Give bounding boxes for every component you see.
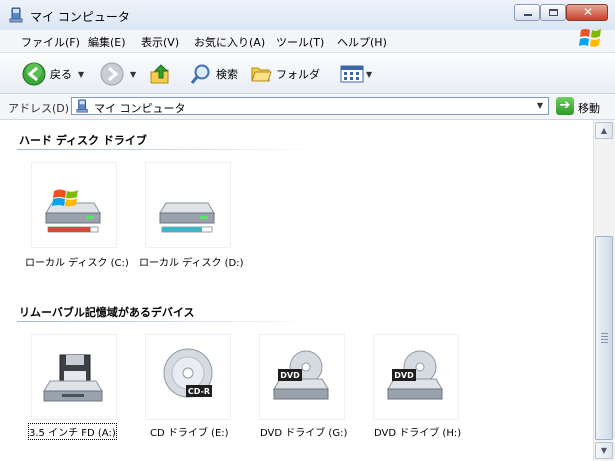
back-button[interactable]: 戻る ▼ bbox=[22, 62, 84, 86]
back-dropdown-icon[interactable]: ▼ bbox=[78, 70, 84, 79]
usage-bar bbox=[48, 227, 91, 232]
hard-disk-system-icon bbox=[45, 189, 101, 233]
address-label: アドレス(D) bbox=[8, 102, 70, 115]
vertical-scrollbar[interactable]: ▲ ▼ bbox=[593, 120, 615, 461]
views-icon bbox=[340, 65, 364, 83]
maximize-button[interactable] bbox=[540, 4, 566, 21]
up-folder-icon bbox=[150, 64, 169, 84]
cd-badge: CD-R bbox=[188, 387, 210, 396]
up-folder-button[interactable] bbox=[149, 62, 171, 86]
explorer-window: マイ コンピュータ ✕ ファイル(F) 編集(E) 表示(V) お気に入り(A)… bbox=[0, 0, 615, 461]
forward-dropdown-icon[interactable]: ▼ bbox=[130, 70, 136, 79]
group-divider bbox=[17, 321, 317, 322]
drive-c[interactable] bbox=[31, 162, 117, 248]
go-button[interactable]: 移動 bbox=[578, 100, 600, 116]
views-button[interactable]: ▼ bbox=[340, 62, 372, 86]
forward-arrow-icon bbox=[100, 62, 124, 86]
drive-h-label[interactable]: DVD ドライブ (H:) bbox=[374, 424, 461, 439]
address-dropdown-icon[interactable]: ▼ bbox=[532, 98, 548, 114]
dvd-drive-icon: DVD bbox=[273, 350, 329, 400]
maximize-icon bbox=[549, 9, 558, 16]
folders-button[interactable]: フォルダ bbox=[250, 62, 320, 86]
content-pane: ハード ディスク ドライブ ローカル ディスク (C:) ローカル ディスク (… bbox=[0, 120, 593, 461]
address-input[interactable]: マイ コンピュータ ▼ bbox=[71, 97, 549, 115]
cd-drive-icon: CD-R bbox=[163, 348, 213, 398]
drive-d[interactable] bbox=[145, 162, 231, 248]
group-header-hard-disks: ハード ディスク ドライブ bbox=[19, 134, 147, 147]
drive-a-label[interactable]: 3.5 インチ FD (A:) bbox=[28, 423, 117, 440]
back-label: 戻る bbox=[50, 68, 72, 81]
address-bar: アドレス(D) マイ コンピュータ ▼ ➔ 移動 bbox=[0, 94, 615, 120]
search-icon bbox=[190, 64, 210, 84]
forward-button[interactable]: ▼ bbox=[100, 62, 136, 86]
back-arrow-icon bbox=[22, 62, 46, 86]
close-icon: ✕ bbox=[582, 5, 594, 19]
dvd-badge: DVD bbox=[280, 371, 300, 380]
folders-icon bbox=[251, 67, 272, 82]
minimize-button[interactable] bbox=[514, 4, 540, 21]
grip-line bbox=[601, 336, 608, 337]
usage-bar bbox=[162, 227, 202, 232]
menu-help[interactable]: ヘルプ(H) bbox=[337, 34, 387, 50]
close-button[interactable]: ✕ bbox=[566, 4, 608, 21]
scroll-down-button[interactable]: ▼ bbox=[595, 442, 613, 459]
scroll-up-button[interactable]: ▲ bbox=[595, 122, 613, 139]
drive-g[interactable]: DVD bbox=[259, 334, 345, 420]
folders-label: フォルダ bbox=[276, 68, 320, 81]
drive-e-label[interactable]: CD ドライブ (E:) bbox=[150, 424, 229, 439]
menu-favorites[interactable]: お気に入り(A) bbox=[194, 34, 265, 50]
hard-disk-icon bbox=[159, 202, 215, 233]
menu-view[interactable]: 表示(V) bbox=[141, 34, 179, 50]
drive-d-label[interactable]: ローカル ディスク (D:) bbox=[139, 254, 244, 269]
drive-c-label[interactable]: ローカル ディスク (C:) bbox=[25, 254, 129, 269]
floppy-drive-icon bbox=[43, 354, 103, 402]
grip-line bbox=[601, 342, 608, 343]
menu-edit[interactable]: 編集(E) bbox=[88, 34, 126, 50]
go-arrow-icon[interactable]: ➔ bbox=[556, 97, 574, 115]
title-bar[interactable]: マイ コンピュータ ✕ bbox=[0, 0, 615, 30]
group-header-removable: リムーバブル記憶域があるデバイス bbox=[19, 306, 195, 319]
address-value: マイ コンピュータ bbox=[94, 102, 186, 115]
scroll-thumb[interactable] bbox=[595, 236, 613, 440]
drive-a[interactable] bbox=[31, 334, 117, 420]
drive-e[interactable]: CD-R bbox=[145, 334, 231, 420]
dvd-drive-icon: DVD bbox=[387, 350, 443, 400]
drive-g-label[interactable]: DVD ドライブ (G:) bbox=[260, 424, 347, 439]
group-divider bbox=[17, 149, 317, 150]
search-button[interactable]: 検索 bbox=[190, 62, 238, 86]
my-computer-icon bbox=[76, 99, 88, 113]
menu-file[interactable]: ファイル(F) bbox=[21, 34, 80, 50]
dvd-badge: DVD bbox=[394, 371, 414, 380]
search-label: 検索 bbox=[216, 68, 238, 81]
toolbar: 戻る ▼ ▼ 検索 フォルダ ▼ bbox=[0, 53, 615, 94]
drive-h[interactable]: DVD bbox=[373, 334, 459, 420]
views-dropdown-icon: ▼ bbox=[366, 69, 373, 79]
menu-bar: ファイル(F) 編集(E) 表示(V) お気に入り(A) ツール(T) ヘルプ(… bbox=[0, 30, 615, 53]
minimize-icon bbox=[524, 14, 532, 16]
grip-line bbox=[601, 333, 608, 334]
menu-tools[interactable]: ツール(T) bbox=[276, 34, 324, 50]
my-computer-icon bbox=[9, 7, 23, 23]
windows-logo-icon bbox=[579, 29, 601, 47]
grip-line bbox=[601, 339, 608, 340]
window-title: マイ コンピュータ bbox=[30, 10, 130, 24]
